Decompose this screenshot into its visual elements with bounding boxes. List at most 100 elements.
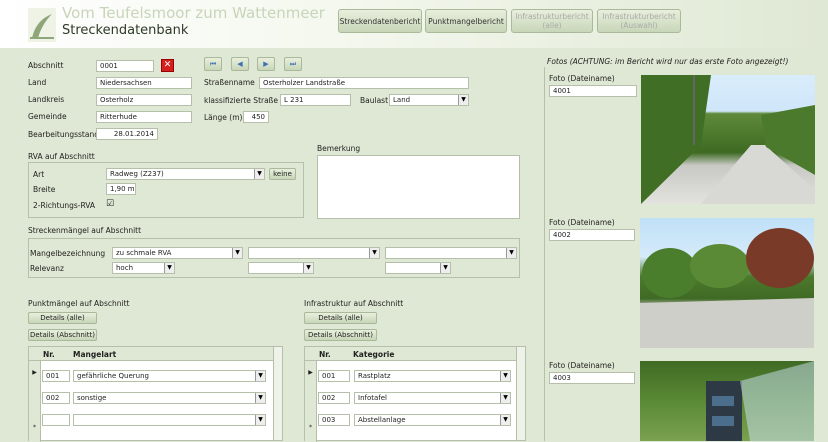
foto2-field[interactable]: 4002 [549,229,635,241]
mangelart-value: sonstige [77,394,107,402]
table-row[interactable]: 002 [42,392,70,404]
foto3-field[interactable]: 4003 [549,372,635,384]
strassenname-label: Straßenname [204,78,255,87]
table-row[interactable]: 001 [42,370,70,382]
chevron-down-icon[interactable]: ▼ [440,263,450,273]
col-nr: Nr. [43,350,55,359]
infra-details-abschnitt-button[interactable]: Details (Abschnitt) [304,329,377,341]
prev-record-button[interactable]: ◀ [231,57,249,71]
punktmangelbericht-button[interactable]: Punktmangelbericht [425,9,507,33]
scrollbar[interactable] [516,347,525,440]
table-row[interactable]: 002 [318,392,350,404]
baulast-value: Land [393,96,411,104]
streckendatenbericht-button[interactable]: Streckendatenbericht [338,9,422,33]
row-selector[interactable]: ▶ * [305,361,317,442]
landkreis-field[interactable]: Osterholz [96,94,192,106]
klass-strasse-label: klassifizierte Straße [204,96,279,105]
table-row[interactable]: Abstellanlage ▼ [354,414,511,426]
first-record-button[interactable]: ⏮ [204,57,222,71]
chevron-down-icon[interactable]: ▼ [369,248,379,258]
foto1-field[interactable]: 4001 [549,85,637,97]
table-row[interactable]: sonstige ▼ [73,392,266,404]
table-row[interactable]: 003 [318,414,350,426]
punktmaengel-table: Nr. Mangelart ▶ * 001 gefährliche Querung… [28,346,283,442]
keine-button[interactable]: keine [269,168,296,180]
chevron-down-icon[interactable]: ▼ [255,371,265,381]
delete-icon[interactable]: ✕ [161,59,174,72]
last-record-button[interactable]: ⏭ [284,57,302,71]
chevron-down-icon[interactable]: ▼ [255,393,265,403]
col-nr: Nr. [319,350,331,359]
infrastrukturbericht-alle-button[interactable]: Infrastrukturbericht (alle) [511,9,593,33]
infrastruktur-title: Infrastruktur auf Abschnitt [304,299,404,308]
rva-breite-field[interactable]: 1,90 m [106,183,136,195]
chevron-down-icon[interactable]: ▼ [232,248,242,258]
zwei-richtung-checkbox[interactable]: ☑ [106,199,116,209]
table-row[interactable]: gefährliche Querung ▼ [73,370,266,382]
foto1-image [641,75,815,204]
kategorie-value: Rastplatz [358,372,391,380]
header-bar: Vom Teufelsmoor zum Wattenmeer Streckend… [0,0,828,48]
fotos-title: Fotos (ACHTUNG: im Bericht wird nur das … [547,57,789,66]
mangelart-value: gefährliche Querung [77,372,149,380]
next-record-button[interactable]: ▶ [257,57,275,71]
page-title: Streckendatenbank [62,23,189,38]
chevron-down-icon[interactable]: ▼ [303,263,313,273]
rva-art-label: Art [33,170,45,179]
baulast-label: Baulast [360,96,389,105]
scrollbar[interactable] [273,347,282,440]
relevanz2-dropdown[interactable]: ▼ [248,262,314,274]
table-row[interactable]: Infotafel ▼ [354,392,511,404]
col-mangelart: Mangelart [73,350,117,359]
chevron-down-icon[interactable]: ▼ [500,415,510,425]
abschnitt-field[interactable]: 0001 [96,60,154,72]
chevron-down-icon[interactable]: ▼ [254,169,264,179]
mangelbezeichnung-label: Mangelbezeichnung [30,249,106,258]
landkreis-label: Landkreis [28,95,65,104]
relevanz1-dropdown[interactable]: hoch ▼ [112,262,175,274]
new-row-mangelart[interactable]: ▼ [73,414,266,426]
strassenname-field[interactable]: Osterholzer Landstraße [259,77,469,89]
foto1-label: Foto (Dateiname) [549,74,615,83]
chevron-down-icon[interactable]: ▼ [255,415,265,425]
foto2-image [640,218,814,348]
chevron-down-icon[interactable]: ▼ [458,95,468,105]
foto2-label: Foto (Dateiname) [549,218,615,227]
kategorie-value: Infotafel [358,394,387,402]
gemeinde-field[interactable]: Ritterhude [96,111,192,123]
rva-art-dropdown[interactable]: Radweg (Z237) ▼ [106,168,265,180]
foto3-image [640,361,814,441]
land-field[interactable]: Niedersachsen [96,77,192,89]
punkt-details-abschnitt-button[interactable]: Details (Abschnitt) [28,329,97,341]
streckenmaengel-title: Streckenmängel auf Abschnitt [28,226,142,235]
laenge-field[interactable]: 450 [243,111,269,123]
gemeinde-label: Gemeinde [28,112,67,121]
mangel2-dropdown[interactable]: ▼ [248,247,380,259]
kategorie-value: Abstellanlage [358,416,406,424]
foto3-label: Foto (Dateiname) [549,361,615,370]
chevron-down-icon[interactable]: ▼ [500,393,510,403]
relevanz3-dropdown[interactable]: ▼ [385,262,451,274]
baulast-dropdown[interactable]: Land ▼ [389,94,469,106]
rva-zwei-richtung-label: 2-Richtungs-RVA [33,201,96,210]
row-selector[interactable]: ▶ * [29,361,41,442]
klass-strasse-field[interactable]: L 231 [280,94,351,106]
chevron-down-icon[interactable]: ▼ [164,263,174,273]
table-row[interactable]: 001 [318,370,350,382]
new-row-nr[interactable] [42,414,70,426]
table-header: Nr. Mangelart [29,347,282,361]
infrastrukturbericht-auswahl-button[interactable]: Infrastrukturbericht (Auswahl) [597,9,681,33]
chevron-down-icon[interactable]: ▼ [500,371,510,381]
bearbeitungsstand-field[interactable]: 28.01.2014 [96,128,158,140]
mangel1-dropdown[interactable]: zu schmale RVA ▼ [112,247,243,259]
abschnitt-label: Abschnitt [28,61,64,70]
col-kategorie: Kategorie [353,350,395,359]
relevanz1-value: hoch [116,264,134,272]
punkt-details-alle-button[interactable]: Details (alle) [28,312,97,324]
chevron-down-icon[interactable]: ▼ [506,248,516,258]
app-title: Vom Teufelsmoor zum Wattenmeer [62,4,325,22]
bemerkung-textarea[interactable] [317,155,520,219]
table-row[interactable]: Rastplatz ▼ [354,370,511,382]
mangel3-dropdown[interactable]: ▼ [385,247,517,259]
infra-details-alle-button[interactable]: Details (alle) [304,312,377,324]
